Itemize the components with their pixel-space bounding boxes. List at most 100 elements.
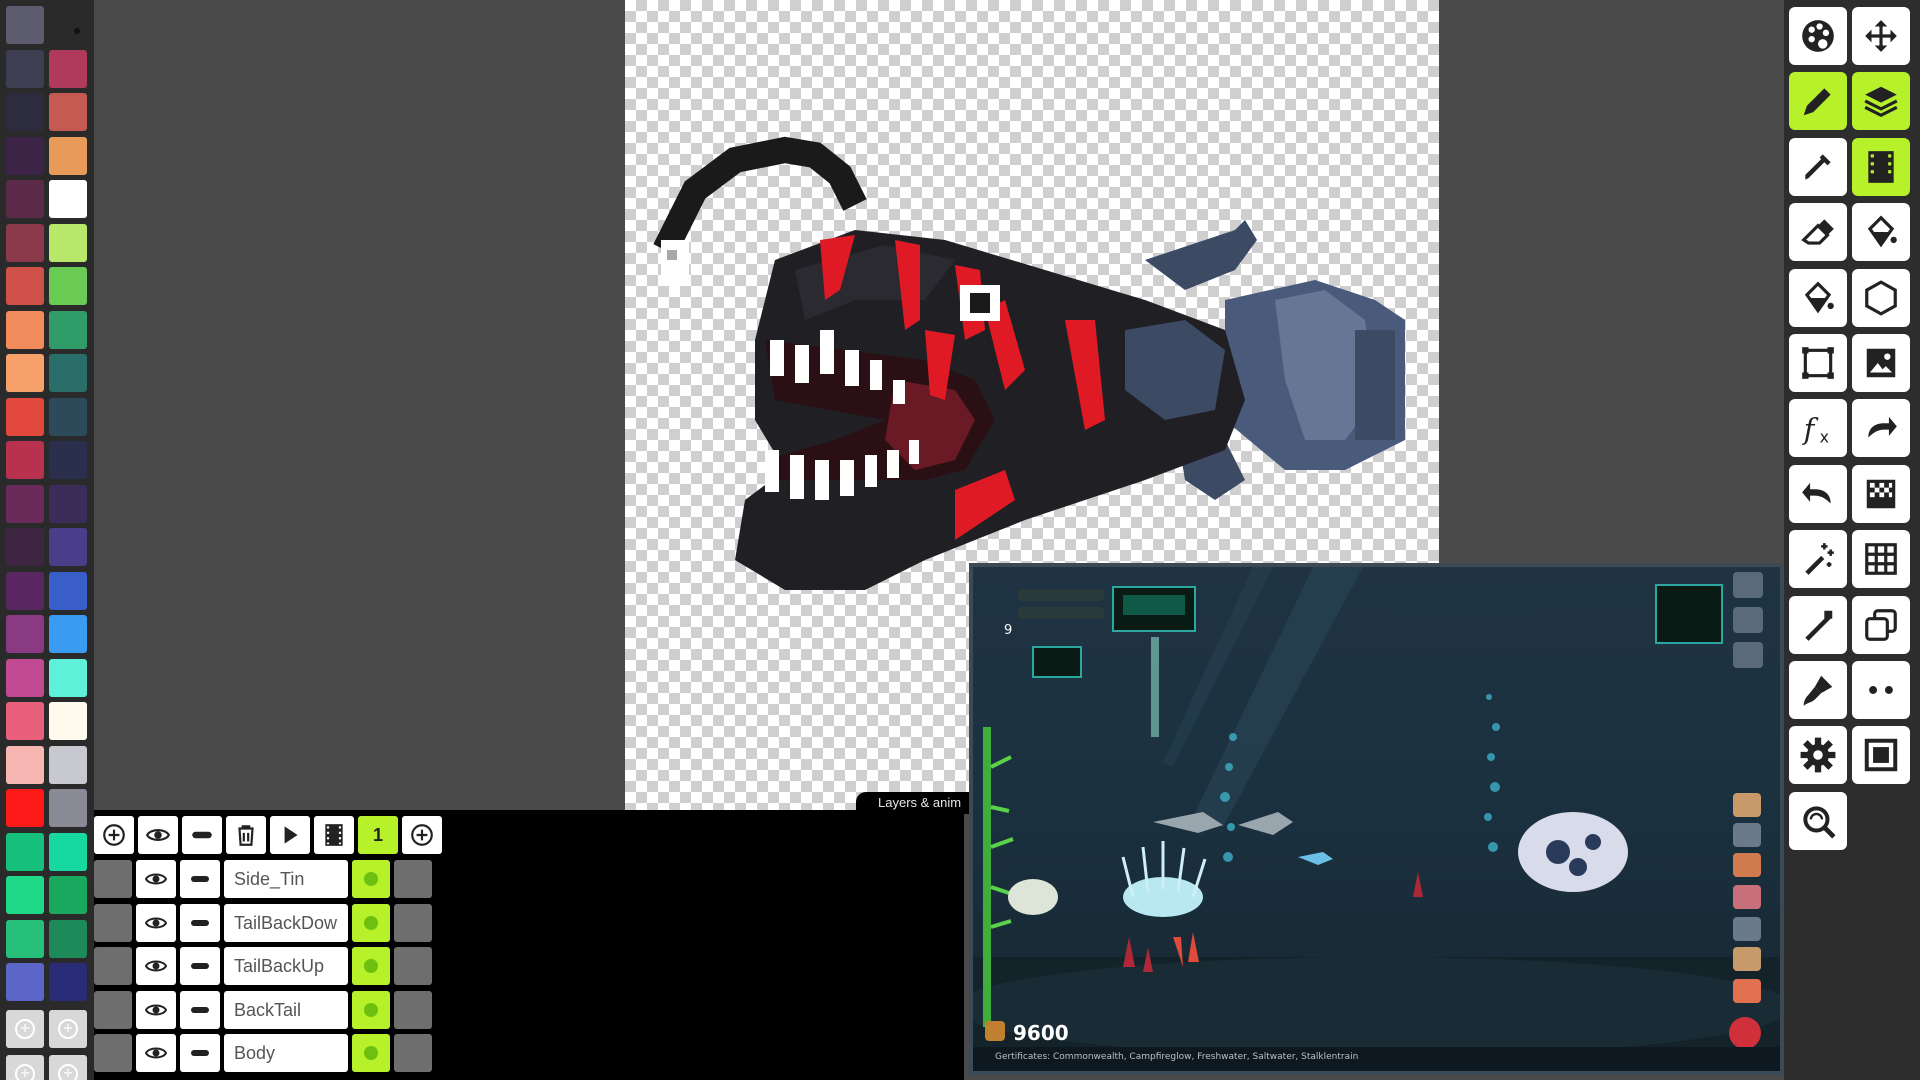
layers-tool-button[interactable] [1852, 72, 1910, 131]
layer-select-toggle[interactable] [352, 1034, 390, 1072]
settings-tool-button[interactable] [1789, 726, 1847, 785]
palette-swatch[interactable] [49, 223, 87, 262]
layer-name[interactable]: TailBackDow [224, 903, 348, 942]
copy-tool-button[interactable] [1852, 595, 1910, 654]
more-tool-button[interactable] [1852, 661, 1910, 719]
layer-visibility-toggle[interactable] [136, 1034, 176, 1072]
palette-swatch[interactable] [6, 919, 44, 958]
palette-swatch[interactable] [6, 441, 44, 479]
palette-swatch[interactable] [49, 528, 87, 566]
palette-swatch[interactable] [6, 528, 44, 566]
add-color-button[interactable]: + [6, 1010, 44, 1048]
palette-swatch[interactable] [6, 49, 44, 88]
layer-row[interactable]: TailBackDow [94, 903, 964, 944]
brush-tool-button[interactable] [1789, 661, 1847, 719]
palette-swatch[interactable] [6, 571, 44, 610]
layer-options[interactable] [394, 860, 432, 898]
layer-options[interactable] [394, 1034, 432, 1072]
palette-swatch[interactable] [6, 484, 44, 523]
palette-swatch[interactable] [49, 919, 87, 958]
frame-number[interactable]: 1 [358, 816, 398, 854]
layer-visibility-toggle[interactable] [136, 947, 176, 985]
toggle-lock-button[interactable] [182, 816, 222, 854]
palette-swatch[interactable] [6, 789, 44, 827]
layer-visibility-toggle[interactable] [136, 860, 176, 898]
layer-options[interactable] [394, 990, 432, 1029]
palette-swatch[interactable] [6, 702, 44, 740]
layer-select-toggle[interactable] [352, 947, 390, 985]
palette-swatch[interactable] [6, 6, 44, 44]
layer-lock-toggle[interactable] [180, 990, 220, 1029]
palette-swatch[interactable] [6, 267, 44, 305]
eraser-tool-button[interactable] [1789, 203, 1847, 262]
layer-row[interactable]: TailBackUp [94, 947, 964, 987]
layer-thumbnail[interactable] [94, 947, 132, 985]
layer-name[interactable]: BackTail [224, 990, 348, 1029]
fill-tool-button[interactable] [1789, 268, 1847, 327]
shape-tool-button[interactable] [1852, 268, 1910, 327]
palette-swatch[interactable] [6, 832, 44, 871]
palette-swatch[interactable] [49, 136, 87, 175]
palette-swatch[interactable] [6, 223, 44, 262]
move-tool-button[interactable] [1852, 7, 1910, 65]
add-layer-button[interactable] [94, 816, 134, 854]
pencil-tool-button[interactable] [1789, 72, 1847, 131]
palette-swatch[interactable] [6, 136, 44, 175]
palette-swatch[interactable] [49, 397, 87, 436]
palette-swatch[interactable] [6, 397, 44, 436]
layer-row[interactable]: Side_Tin [94, 860, 964, 900]
palette-swatch[interactable] [49, 702, 87, 740]
palette-swatch[interactable] [49, 93, 87, 131]
layer-visibility-toggle[interactable] [136, 903, 176, 942]
layer-thumbnail[interactable] [94, 990, 132, 1029]
redo-tool-button[interactable] [1852, 399, 1910, 458]
play-button[interactable] [270, 816, 310, 854]
add-frame-button[interactable] [402, 816, 442, 854]
layer-select-toggle[interactable] [352, 903, 390, 942]
animation-tool-button[interactable] [1852, 137, 1910, 196]
transform-tool-button[interactable] [1789, 334, 1847, 392]
palette-swatch[interactable] [6, 93, 44, 131]
palette-swatch[interactable] [49, 745, 87, 784]
layer-options[interactable] [394, 947, 432, 985]
palette-swatch[interactable] [6, 963, 44, 1001]
palette-swatch[interactable] [49, 876, 87, 914]
palette-swatch[interactable] [49, 615, 87, 653]
layer-visibility-toggle[interactable] [136, 990, 176, 1029]
palette-swatch[interactable] [49, 832, 87, 871]
layer-select-toggle[interactable] [352, 860, 390, 898]
palette-swatch[interactable] [49, 571, 87, 610]
image-tool-button[interactable] [1852, 334, 1910, 392]
palette-swatch[interactable] [6, 745, 44, 784]
magic-wand-tool-button[interactable] [1789, 530, 1847, 589]
layer-lock-toggle[interactable] [180, 1034, 220, 1072]
palette-swatch[interactable] [6, 876, 44, 914]
frames-button[interactable] [314, 816, 354, 854]
palette-swatch[interactable] [49, 180, 87, 218]
layer-name[interactable]: Body [224, 1034, 348, 1072]
palette-swatch[interactable] [49, 441, 87, 479]
layer-name[interactable]: Side_Tin [224, 860, 348, 898]
palette-swatch[interactable] [6, 658, 44, 697]
palette-swatch[interactable] [6, 615, 44, 653]
palette-tool-button[interactable] [1789, 7, 1847, 65]
layer-thumbnail[interactable] [94, 903, 132, 942]
add-color-button[interactable]: + [49, 1055, 87, 1080]
palette-swatch[interactable] [49, 484, 87, 523]
delete-layer-button[interactable] [226, 816, 266, 854]
layer-lock-toggle[interactable] [180, 860, 220, 898]
layer-name[interactable]: TailBackUp [224, 947, 348, 985]
palette-swatch[interactable] [6, 354, 44, 392]
layer-row[interactable]: Body [94, 1034, 964, 1074]
eyedropper-tool-button[interactable] [1789, 137, 1847, 196]
palette-swatch[interactable] [49, 354, 87, 392]
bucket-fill-tool-button[interactable] [1852, 203, 1910, 262]
checker-tool-button[interactable] [1852, 464, 1910, 523]
toggle-visibility-button[interactable] [138, 816, 178, 854]
zoom-tool-button[interactable] [1789, 791, 1847, 850]
layer-thumbnail[interactable] [94, 860, 132, 898]
palette-swatch[interactable] [6, 180, 44, 218]
palette-swatch[interactable] [49, 789, 87, 827]
grid-tool-button[interactable] [1852, 530, 1910, 589]
palette-swatch[interactable] [49, 267, 87, 305]
